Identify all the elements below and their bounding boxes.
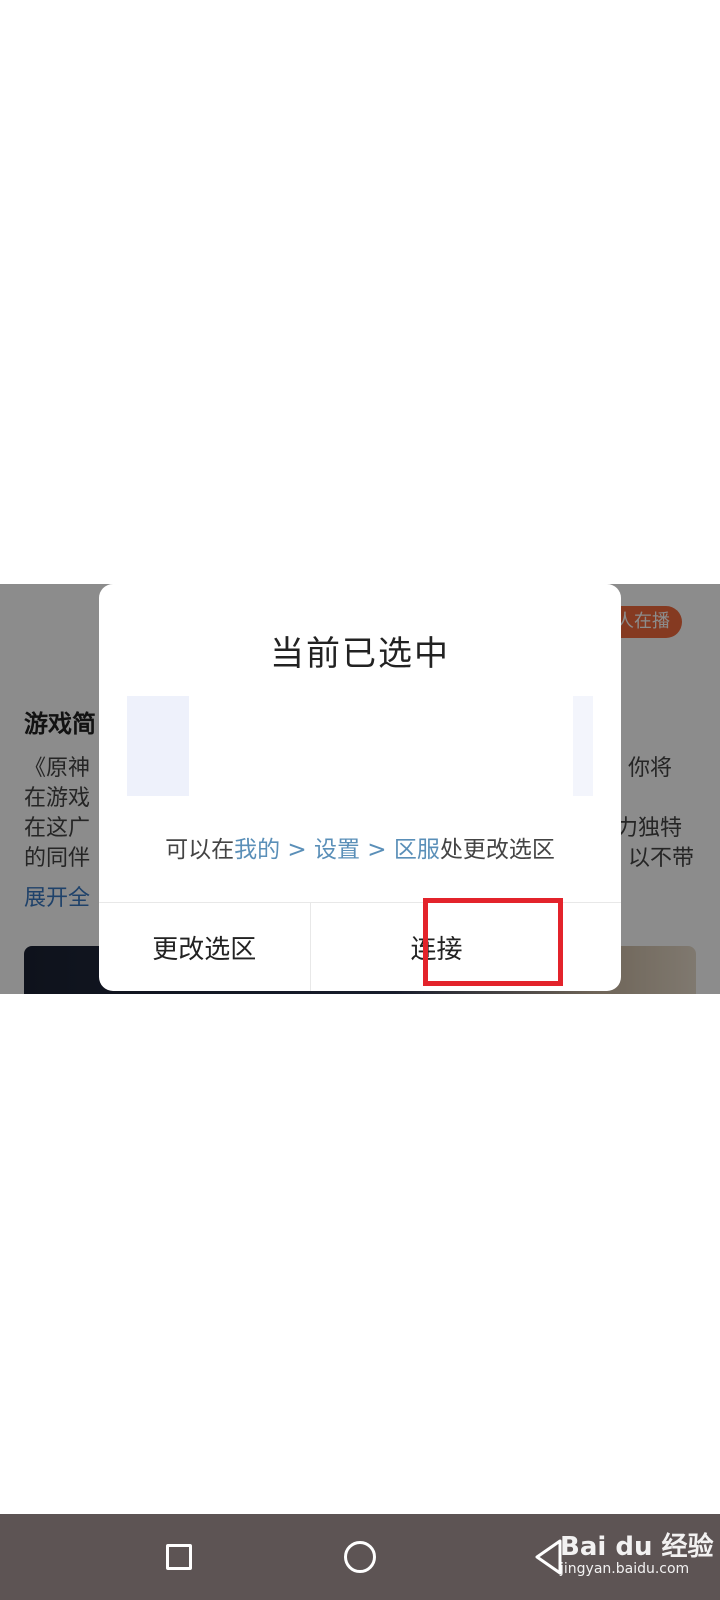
- recent-apps-icon[interactable]: [166, 1544, 192, 1570]
- navigation-bar: Bai du 经验 jingyan.baidu.com: [0, 1514, 720, 1600]
- connect-highlight-box: [423, 898, 563, 986]
- change-server-button[interactable]: 更改选区: [99, 903, 311, 991]
- hint-separator: >: [280, 837, 314, 863]
- hint-link-mine: 我的: [234, 837, 281, 863]
- watermark-url: jingyan.baidu.com: [560, 1561, 690, 1577]
- dialog-title: 当前已选中: [270, 634, 450, 674]
- hint-separator: >: [360, 837, 394, 863]
- hint-link-server: 区服: [393, 837, 440, 863]
- dialog-hint: 可以在我的 > 设置 > 区服处更改选区: [99, 830, 621, 864]
- hint-suffix: 处更改选区: [439, 837, 555, 863]
- selected-server-card: [127, 696, 593, 796]
- hint-link-settings: 设置: [314, 837, 360, 863]
- home-icon[interactable]: [344, 1541, 376, 1573]
- hint-prefix: 可以在: [165, 837, 235, 863]
- baidu-jingyan-watermark: Bai du 经验 jingyan.baidu.com: [560, 1526, 714, 1577]
- watermark-logo-text: Bai du 经验: [560, 1532, 714, 1562]
